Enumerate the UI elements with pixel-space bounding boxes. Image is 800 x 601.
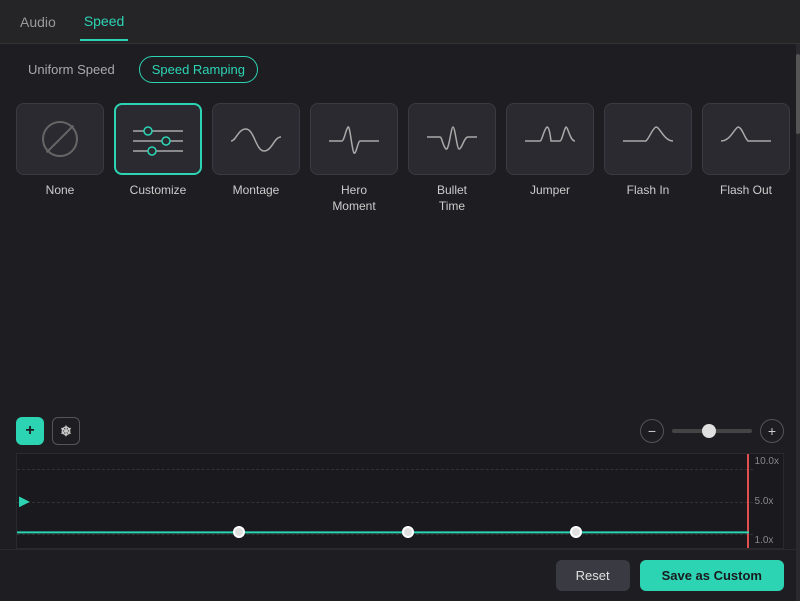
preset-hero-moment[interactable]: HeroMoment [310, 103, 398, 214]
scrollbar-thumb[interactable] [796, 54, 800, 134]
preset-label-montage: Montage [233, 183, 280, 199]
preset-box-customize[interactable] [114, 103, 202, 175]
save-custom-button[interactable]: Save as Custom [640, 560, 784, 591]
flash-in-icon [618, 119, 678, 159]
preset-label-none: None [46, 183, 75, 199]
bullet-icon [422, 119, 482, 159]
graph-labels: 10.0x 5.0x 1.0x [755, 454, 779, 548]
control-point-2[interactable] [402, 526, 414, 538]
graph-area[interactable]: ▶ 10.0x 5.0x 1.0x [16, 453, 784, 549]
customize-icon [128, 119, 188, 159]
montage-icon [226, 119, 286, 159]
preset-bullet-time[interactable]: BulletTime [408, 103, 496, 214]
label-1x: 1.0x [755, 535, 779, 546]
label-10x: 10.0x [755, 456, 779, 467]
scrollbar[interactable] [796, 44, 800, 601]
preset-label-flash-out: Flash Out [720, 183, 772, 199]
jumper-icon [520, 119, 580, 159]
preset-box-bullet[interactable] [408, 103, 496, 175]
reset-button[interactable]: Reset [556, 560, 630, 591]
flash-out-icon [716, 119, 776, 159]
tab-audio[interactable]: Audio [16, 4, 60, 40]
tab-speed[interactable]: Speed [80, 3, 128, 41]
app-container: Audio Speed Uniform Speed Speed Ramping … [0, 0, 800, 601]
hero-icon [324, 119, 384, 159]
start-arrow: ▶ [19, 493, 30, 510]
preset-none[interactable]: None [16, 103, 104, 199]
mode-tabs: Uniform Speed Speed Ramping [0, 44, 800, 95]
timeline-controls: + ❄ − + [16, 417, 784, 445]
add-keyframe-button[interactable]: + [16, 417, 44, 445]
tab-uniform-speed[interactable]: Uniform Speed [16, 57, 127, 82]
preset-label-bullet: BulletTime [437, 183, 467, 214]
freeze-button[interactable]: ❄ [52, 417, 80, 445]
preset-label-hero: HeroMoment [332, 183, 375, 214]
preset-label-customize: Customize [130, 183, 187, 199]
label-5x: 5.0x [755, 496, 779, 507]
zoom-in-button[interactable]: + [760, 419, 784, 443]
preset-box-jumper[interactable] [506, 103, 594, 175]
zoom-out-button[interactable]: − [640, 419, 664, 443]
zoom-slider-thumb[interactable] [702, 424, 716, 438]
preset-montage[interactable]: Montage [212, 103, 300, 199]
spacer [0, 230, 800, 405]
speed-curve-svg [17, 454, 749, 548]
zoom-controls: − + [640, 419, 784, 443]
preset-box-hero[interactable] [310, 103, 398, 175]
preset-jumper[interactable]: Jumper [506, 103, 594, 199]
preset-box-none[interactable] [16, 103, 104, 175]
zoom-slider[interactable] [672, 429, 752, 433]
preset-box-flash-in[interactable] [604, 103, 692, 175]
preset-box-montage[interactable] [212, 103, 300, 175]
preset-flash-out[interactable]: Flash Out [702, 103, 790, 199]
presets-grid: None Customize [0, 95, 800, 230]
preset-customize[interactable]: Customize [114, 103, 202, 199]
preset-box-flash-out[interactable] [702, 103, 790, 175]
tab-speed-ramping[interactable]: Speed Ramping [139, 56, 258, 83]
control-point-1[interactable] [233, 526, 245, 538]
top-tabs: Audio Speed [0, 0, 800, 44]
preset-flash-in[interactable]: Flash In [604, 103, 692, 199]
bottom-bar: Reset Save as Custom [0, 549, 800, 601]
preset-label-flash-in: Flash In [627, 183, 670, 199]
timeline-section: + ❄ − + [0, 405, 800, 549]
control-point-3[interactable] [570, 526, 582, 538]
none-icon [42, 121, 78, 157]
preset-label-jumper: Jumper [530, 183, 570, 199]
